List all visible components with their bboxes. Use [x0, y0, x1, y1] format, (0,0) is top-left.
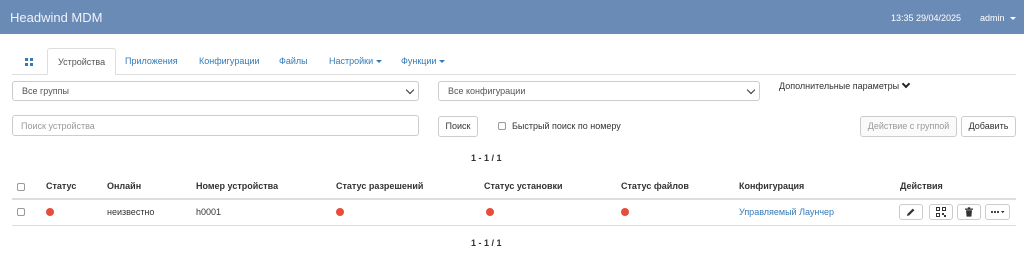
caret-down-icon	[1009, 17, 1016, 21]
group-select-value: Все группы	[22, 86, 69, 96]
tab-applications[interactable]: Приложения	[115, 48, 188, 74]
advanced-params-toggle[interactable]: Дополнительные параметры	[779, 79, 911, 91]
pagination-top: 1 - 1 / 1	[471, 153, 502, 163]
table-header: Статус Онлайн Номер устройства Статус ра…	[12, 176, 1016, 200]
delete-button[interactable]	[957, 204, 981, 220]
table-row: неизвестно h0001 Управляемый Лаунчер	[12, 199, 1016, 226]
column-header[interactable]: Онлайн	[107, 181, 141, 191]
tab-settings[interactable]: Настройки	[319, 48, 392, 74]
grid-icon	[25, 57, 33, 66]
group-select[interactable]: Все группы	[12, 81, 419, 101]
status-indicator	[46, 208, 54, 216]
main-tabs: Устройства Приложения Конфигурации Файлы…	[12, 48, 1016, 75]
column-header[interactable]: Статус установки	[484, 181, 563, 191]
chevron-down-icon	[746, 85, 756, 95]
trash-icon	[965, 207, 973, 217]
column-header[interactable]: Номер устройства	[196, 181, 278, 191]
search-button[interactable]: Поиск	[438, 116, 478, 137]
edit-button[interactable]	[899, 204, 923, 220]
permissions-status-indicator	[336, 208, 344, 216]
tab-files[interactable]: Файлы	[269, 48, 318, 74]
qr-code-icon	[936, 207, 946, 217]
column-header: Действия	[900, 181, 943, 191]
more-actions-button[interactable]	[985, 204, 1010, 220]
tab-functions[interactable]: Функции	[391, 48, 455, 74]
tab-label: Конфигурации	[199, 56, 260, 66]
tab-configurations[interactable]: Конфигурации	[189, 48, 270, 74]
select-all-checkbox[interactable]	[17, 183, 25, 191]
tab-label: Функции	[401, 56, 437, 66]
chevron-down-icon	[405, 85, 415, 95]
brand-title[interactable]: Headwind MDM	[10, 10, 102, 25]
caret-down-icon	[439, 60, 446, 64]
more-options-icon	[990, 210, 1004, 214]
column-header[interactable]: Статус разрешений	[336, 181, 423, 191]
pagination-bottom: 1 - 1 / 1	[471, 238, 502, 248]
install-status-indicator	[486, 208, 494, 216]
configuration-select-value: Все конфигурации	[448, 86, 526, 96]
chevron-down-icon	[901, 79, 911, 89]
datetime-label: 13:35 29/04/2025	[891, 13, 962, 23]
tab-label: Файлы	[279, 56, 308, 66]
configuration-link[interactable]: Управляемый Лаунчер	[739, 207, 834, 217]
quick-search-label: Быстрый поиск по номеру	[512, 121, 621, 131]
tab-dashboard[interactable]	[12, 48, 46, 74]
caret-down-icon	[376, 60, 383, 64]
user-menu[interactable]: admin	[980, 13, 1016, 23]
column-header[interactable]: Конфигурация	[739, 181, 804, 191]
quick-search-checkbox[interactable]	[498, 122, 506, 130]
pencil-icon	[907, 208, 915, 216]
tab-label: Устройства	[58, 57, 106, 67]
configuration-select[interactable]: Все конфигурации	[438, 81, 760, 101]
device-number[interactable]: h0001	[196, 207, 221, 217]
device-search-input[interactable]	[12, 115, 419, 136]
tab-label: Настройки	[329, 56, 374, 66]
tab-label: Приложения	[125, 56, 178, 66]
add-device-button[interactable]: Добавить	[961, 116, 1016, 137]
tab-devices[interactable]: Устройства	[47, 48, 117, 75]
user-name: admin	[980, 13, 1005, 23]
qr-code-button[interactable]	[929, 204, 953, 220]
row-checkbox[interactable]	[17, 208, 25, 216]
top-navbar: Headwind MDM 13:35 29/04/2025 admin	[0, 0, 1024, 34]
advanced-params-label: Дополнительные параметры	[779, 81, 900, 91]
online-status: неизвестно	[107, 207, 155, 217]
column-header[interactable]: Статус файлов	[621, 181, 689, 191]
group-action-button[interactable]: Действие с группой	[860, 116, 957, 137]
files-status-indicator	[621, 208, 629, 216]
column-header[interactable]: Статус	[46, 181, 76, 191]
